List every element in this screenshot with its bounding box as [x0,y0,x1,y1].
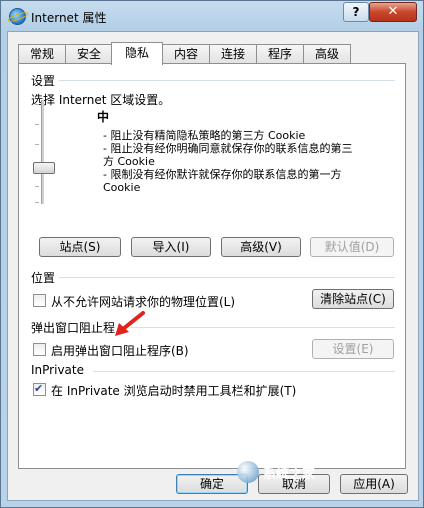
advanced-button[interactable]: 高级(V) [221,237,301,257]
internet-properties-window: Internet 属性 ? ✕ 常规 安全 隐私 内容 连接 程序 高级 设置 … [0,0,424,508]
watermark-logo [237,461,259,483]
settings-divider [59,80,395,81]
tab-content[interactable]: 内容 [162,44,210,64]
settings-heading: 设置 [31,74,56,88]
ok-button[interactable]: 确定 [176,474,248,494]
tab-advanced[interactable]: 高级 [303,44,351,64]
internet-explorer-icon [9,8,26,25]
popup-divider [131,327,395,328]
clear-sites-button[interactable]: 清除站点(C) [312,289,394,309]
settings-instruction: 选择 Internet 区域设置。 [31,93,171,107]
apply-button[interactable]: 应用(A) [340,474,408,494]
slider-thumb[interactable] [33,162,55,174]
description-line: Cookie [103,181,141,194]
inprivate-heading: InPrivate [31,363,84,377]
description-line: - 阻止没有经你明确同意就保存你的联系信息的第三 [103,142,353,155]
import-button[interactable]: 导入(I) [131,237,211,257]
help-button[interactable]: ? [343,2,369,22]
inprivate-checkbox[interactable] [33,382,46,396]
dialog-body: 常规 安全 隐私 内容 连接 程序 高级 设置 选择 Internet 区域设置… [7,31,419,501]
description-line: - 限制没有经你默许就保存你的联系信息的第一方 [103,168,342,181]
slider-tick [35,186,39,187]
inprivate-divider [93,371,395,372]
privacy-panel: 设置 选择 Internet 区域设置。 中 - 阻止没有精简隐私策略的第三方 … [18,63,406,469]
window-title: Internet 属性 [31,11,107,25]
location-checkbox[interactable] [33,294,46,307]
location-heading: 位置 [31,271,56,285]
slider-tick [35,124,39,125]
title-bar[interactable]: Internet 属性 ? ✕ [1,1,423,31]
slider-tick [35,202,39,203]
slider-tick [35,144,39,145]
watermark-text: 系统之家 [263,467,316,482]
location-checkbox-label[interactable]: 从不允许网站请求你的物理位置(L) [51,293,235,310]
tab-general[interactable]: 常规 [18,44,66,64]
description-line: - 阻止没有精简隐私策略的第三方 Cookie [103,129,306,142]
popup-blocker-checkbox-label[interactable]: 启用弹出窗口阻止程序(B) [51,342,189,359]
tab-connections[interactable]: 连接 [209,44,257,64]
tab-security[interactable]: 安全 [65,44,113,64]
default-button[interactable]: 默认值(D) [310,237,394,257]
popup-blocker-heading: 弹出窗口阻止程 [31,321,116,335]
description-line: 方 Cookie [103,155,155,168]
location-divider [59,277,395,278]
sites-button[interactable]: 站点(S) [39,237,121,257]
annotation-arrow-icon [115,311,145,336]
slider-tick [35,104,39,105]
tab-privacy[interactable]: 隐私 [111,42,163,65]
popup-settings-button[interactable]: 设置(E) [312,339,394,359]
tab-programs[interactable]: 程序 [256,44,304,64]
close-button[interactable]: ✕ [369,2,417,22]
slider-track [41,100,44,204]
popup-blocker-checkbox[interactable] [33,343,46,356]
privacy-level-label: 中 [97,110,110,124]
inprivate-checkbox-label[interactable]: 在 InPrivate 浏览启动时禁用工具栏和扩展(T) [51,382,296,399]
